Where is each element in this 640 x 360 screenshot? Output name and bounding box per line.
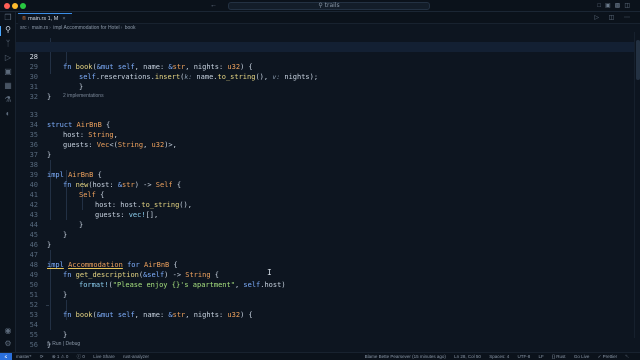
close-tab-icon[interactable]: × bbox=[62, 16, 65, 22]
code-line: 40 Self { bbox=[16, 170, 634, 199]
git-branch[interactable]: master* bbox=[16, 354, 32, 359]
code-line: 51 … bbox=[16, 280, 634, 308]
editor-actions[interactable]: ▷ ◫ ⋯ bbox=[594, 12, 634, 24]
editor-scrollbar[interactable] bbox=[634, 32, 640, 338]
cursor-position[interactable]: Ln 28, Col 50 bbox=[454, 354, 481, 359]
run-debug-codelens[interactable]: ▷ Run | Debug bbox=[47, 341, 80, 348]
layout-controls[interactable]: □▣▩◫ bbox=[597, 0, 634, 12]
code-editor[interactable]: 27 28 fn book(&mut self, name: &str, nig… bbox=[16, 32, 634, 349]
code-line: 27 bbox=[16, 32, 634, 51]
active-indicator bbox=[0, 26, 1, 36]
line-number: 56 bbox=[29, 341, 38, 349]
remote-indicator-icon[interactable]: ≤ bbox=[0, 353, 12, 360]
testing-icon[interactable]: ⚗ bbox=[3, 95, 13, 105]
status-bar: ≤ master* ⟳ ⊗ 1 ⚠ 0 ⓘ 0 Live Share rust-… bbox=[0, 352, 640, 360]
live-share-button[interactable]: Live Share bbox=[93, 354, 115, 359]
breadcrumb-impl[interactable]: impl Accommodation for Hotel bbox=[53, 25, 119, 31]
git-blame[interactable]: Blame Bette Pearsever (15 minutes ago) bbox=[365, 354, 446, 359]
code-line: 41 host: host.to_string(), bbox=[16, 180, 634, 209]
minimize-window-button[interactable] bbox=[12, 3, 18, 9]
code-line: 55 } bbox=[16, 320, 634, 349]
code-line: 34 host: String, bbox=[16, 110, 634, 139]
code-line: 52 fn book(&mut self, name: &str, nights… bbox=[16, 290, 634, 319]
code-line: 54 } bbox=[16, 310, 634, 339]
remote-explorer-icon[interactable]: ▣ bbox=[3, 67, 13, 77]
code-line: 35 guests: Vec<(String, u32)>, bbox=[16, 120, 634, 149]
text-cursor-icon: I bbox=[267, 268, 272, 277]
code-line: 49 format!("Please enjoy {}'s apartment"… bbox=[16, 260, 634, 289]
go-live-button[interactable]: Go Live bbox=[574, 354, 590, 359]
warnings-count[interactable]: ⓘ 0 bbox=[77, 354, 85, 359]
activity-bar: ❒ ⚲ ᛉ ▷ ▣ ▦ ⚗ ◐ ◉ ⚙ bbox=[0, 12, 16, 352]
code-line: 42 guests: vec![], bbox=[16, 190, 634, 219]
title-bar: ← → ⚲ trails □▣▩◫ bbox=[0, 0, 640, 12]
code-line: 37 bbox=[16, 140, 634, 159]
code-line-current: 28 fn book(&mut self, name: &str, nights… bbox=[16, 42, 634, 71]
explorer-icon[interactable]: ❒ bbox=[3, 13, 13, 23]
implementations-codelens[interactable]: 2 implementations bbox=[63, 92, 104, 100]
code-line: 56 bbox=[16, 330, 634, 349]
breadcrumb: src› main.rs› impl Accommodation for Hot… bbox=[20, 25, 136, 31]
code-line: 44 } bbox=[16, 210, 634, 239]
tab-main-rs[interactable]: ® main.rs 1, M × bbox=[18, 13, 72, 24]
settings-gear-icon[interactable]: ⚙ bbox=[3, 339, 13, 349]
code-line: 43 } bbox=[16, 200, 634, 229]
breadcrumb-fn[interactable]: book bbox=[125, 25, 136, 31]
code-line: 45 } bbox=[16, 220, 634, 249]
zoom-window-button[interactable] bbox=[20, 3, 26, 9]
language-mode[interactable]: {} Rust bbox=[552, 354, 566, 359]
search-icon[interactable]: ⚲ bbox=[3, 25, 13, 35]
source-control-icon[interactable]: ᛉ bbox=[3, 39, 13, 49]
code-line: 32 bbox=[16, 82, 634, 101]
end-of-line[interactable]: LF bbox=[539, 354, 544, 359]
breadcrumb-file[interactable]: main.rs bbox=[32, 25, 48, 31]
code-line: 53 bbox=[16, 300, 634, 319]
extensions-icon[interactable]: ▦ bbox=[3, 81, 13, 91]
code-line: 48 fn get_description(&self) -> String { bbox=[16, 250, 634, 279]
rust-analyzer-status[interactable]: rust-analyzer bbox=[123, 354, 149, 359]
breadcrumb-src[interactable]: src bbox=[20, 25, 27, 31]
close-window-button[interactable] bbox=[4, 3, 10, 9]
code-line: 46 bbox=[16, 230, 634, 249]
code-line: 31 } bbox=[16, 72, 634, 101]
indentation[interactable]: Spaces: 4 bbox=[489, 354, 509, 359]
code-line: 50 } bbox=[16, 270, 634, 299]
sync-icon[interactable]: ⟳ bbox=[40, 354, 44, 359]
file-encoding[interactable]: UTF-8 bbox=[517, 354, 530, 359]
account-icon[interactable]: ◉ bbox=[3, 326, 13, 336]
code-line: 47 impl Accommodation for AirBnB { bbox=[16, 240, 634, 269]
rust-file-icon: ® bbox=[22, 16, 27, 22]
code-line: 39 fn new(host: &str) -> Self { bbox=[16, 160, 634, 189]
run-debug-icon[interactable]: ▷ bbox=[3, 53, 13, 63]
tab-label: main.rs 1, M bbox=[28, 16, 59, 22]
code-line: 30 } bbox=[16, 62, 634, 91]
command-center-search[interactable]: ⚲ trails bbox=[228, 2, 430, 10]
code-line: 36 } bbox=[16, 130, 634, 159]
code-line: 29 self.reservations.insert(k: name.to_s… bbox=[16, 52, 634, 81]
window-title: trails bbox=[324, 2, 340, 9]
problems-count[interactable]: ⊗ 1 ⚠ 0 bbox=[52, 354, 69, 359]
prettier-status[interactable]: ✓ Prettier bbox=[598, 354, 618, 359]
scrollbar-thumb[interactable] bbox=[636, 40, 640, 80]
docker-icon[interactable]: ◐ bbox=[3, 109, 13, 119]
code-line: 38 impl AirBnB { bbox=[16, 150, 634, 179]
editor-tab-bar: ® main.rs 1, M × ▷ ◫ ⋯ bbox=[16, 12, 640, 24]
code-line: 33 struct AirBnB { bbox=[16, 100, 634, 129]
notifications-bell-icon[interactable]: ␇ bbox=[625, 354, 629, 359]
